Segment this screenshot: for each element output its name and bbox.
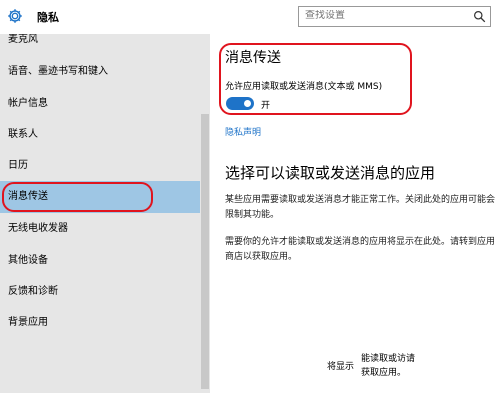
- section-title: 消息传送: [225, 50, 281, 66]
- sidebar-item-calendar[interactable]: 日历: [0, 150, 200, 182]
- sidebar-item-background-apps[interactable]: 背景应用: [0, 307, 200, 339]
- sidebar-item-messaging[interactable]: 消息传送: [0, 181, 200, 213]
- search-input[interactable]: [305, 10, 465, 21]
- search-icon[interactable]: [473, 10, 486, 23]
- sidebar-scrollbar[interactable]: [201, 114, 209, 389]
- sidebar-item-contacts[interactable]: 联系人: [0, 119, 200, 151]
- search-box[interactable]: [298, 6, 491, 27]
- toggle-state-label: 开: [261, 101, 271, 111]
- gear-icon[interactable]: [6, 7, 24, 25]
- empty-text-left: 将显示: [327, 362, 355, 372]
- apps-empty-notice: 需要你的允许才能读取或发送消息的应用将显示在此处。请转到应用商店以获取应用。: [225, 237, 496, 262]
- apps-description: 某些应用需要读取或发送消息才能正常工作。关闭此处的应用可能会限制其功能。: [225, 195, 496, 220]
- main-panel: 消息传送 允许应用读取或发送消息(文本或 MMS) 开 隐私声明 选择可以读取或…: [210, 34, 500, 393]
- sidebar: 麦克风 语音、墨迹书写和键入 帐户信息 联系人 日历 消息传送 无线电收发器 其…: [0, 34, 210, 393]
- privacy-statement-link[interactable]: 隐私声明: [225, 125, 261, 138]
- page-title: 隐私: [37, 11, 59, 24]
- sidebar-item-other-devices[interactable]: 其他设备: [0, 245, 200, 277]
- sidebar-item-radios[interactable]: 无线电收发器: [0, 213, 200, 245]
- sidebar-item-microphone[interactable]: 麦克风: [0, 34, 200, 56]
- sidebar-item-feedback-diagnostics[interactable]: 反馈和诊断: [0, 276, 200, 308]
- apps-section-title: 选择可以读取或发送消息的应用: [225, 164, 436, 182]
- empty-text-right-1: 能读取或访请: [361, 354, 416, 364]
- messaging-toggle[interactable]: [226, 97, 254, 110]
- empty-text-right-2: 获取应用。: [361, 368, 407, 378]
- header: 隐私: [0, 0, 500, 34]
- allow-messaging-label: 允许应用读取或发送消息(文本或 MMS): [225, 82, 383, 92]
- sidebar-item-speech-inking-typing[interactable]: 语音、墨迹书写和键入: [0, 56, 200, 88]
- sidebar-item-account-info[interactable]: 帐户信息: [0, 88, 200, 120]
- toggle-knob: [244, 100, 251, 107]
